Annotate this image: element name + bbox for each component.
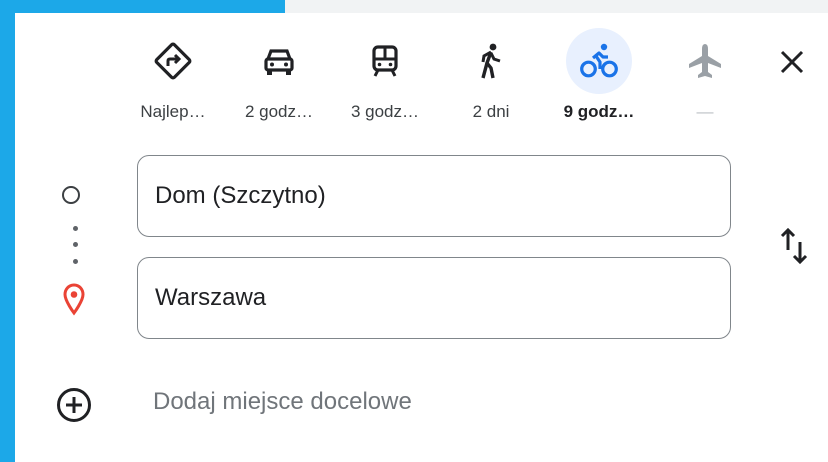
bicycle-icon bbox=[566, 28, 632, 94]
window-frame-top bbox=[15, 0, 285, 13]
swap-vertical-icon bbox=[780, 227, 808, 265]
walking-icon bbox=[458, 28, 524, 94]
mode-transit[interactable]: 3 godz… bbox=[342, 28, 428, 128]
mode-best-route[interactable]: Najlep… bbox=[130, 28, 216, 128]
mode-flight[interactable]: — bbox=[662, 28, 748, 128]
origin-field[interactable] bbox=[137, 155, 731, 237]
mode-driving[interactable]: 2 godz… bbox=[236, 28, 322, 128]
directions-icon bbox=[140, 28, 206, 94]
mode-label: — bbox=[696, 102, 714, 121]
route-dot bbox=[73, 226, 78, 231]
header-bar bbox=[285, 0, 828, 13]
mode-label: 9 godz… bbox=[563, 102, 635, 121]
mode-label: Najlep… bbox=[140, 102, 206, 121]
location-pin-icon bbox=[63, 283, 85, 316]
mode-label: 3 godz… bbox=[350, 102, 420, 121]
car-icon bbox=[246, 28, 312, 94]
train-icon bbox=[352, 28, 418, 94]
close-icon bbox=[780, 50, 804, 74]
add-destination-button[interactable]: Dodaj miejsce docelowe bbox=[153, 388, 412, 416]
mode-label: 2 godz… bbox=[244, 102, 314, 121]
destination-field[interactable] bbox=[137, 257, 731, 339]
window-frame-left bbox=[0, 0, 15, 462]
destination-input[interactable] bbox=[138, 258, 730, 338]
origin-input[interactable] bbox=[138, 156, 730, 236]
mode-cycling[interactable]: 9 godz… bbox=[556, 28, 642, 128]
route-dot bbox=[73, 259, 78, 264]
route-dot bbox=[73, 242, 78, 247]
airplane-icon bbox=[672, 28, 738, 94]
origin-circle-icon bbox=[62, 186, 80, 204]
mode-label: 2 dni bbox=[472, 102, 510, 121]
mode-walking[interactable]: 2 dni bbox=[448, 28, 534, 128]
close-directions-button[interactable] bbox=[768, 40, 816, 84]
swap-locations-button[interactable] bbox=[770, 222, 818, 270]
add-circle-icon[interactable] bbox=[52, 383, 96, 427]
